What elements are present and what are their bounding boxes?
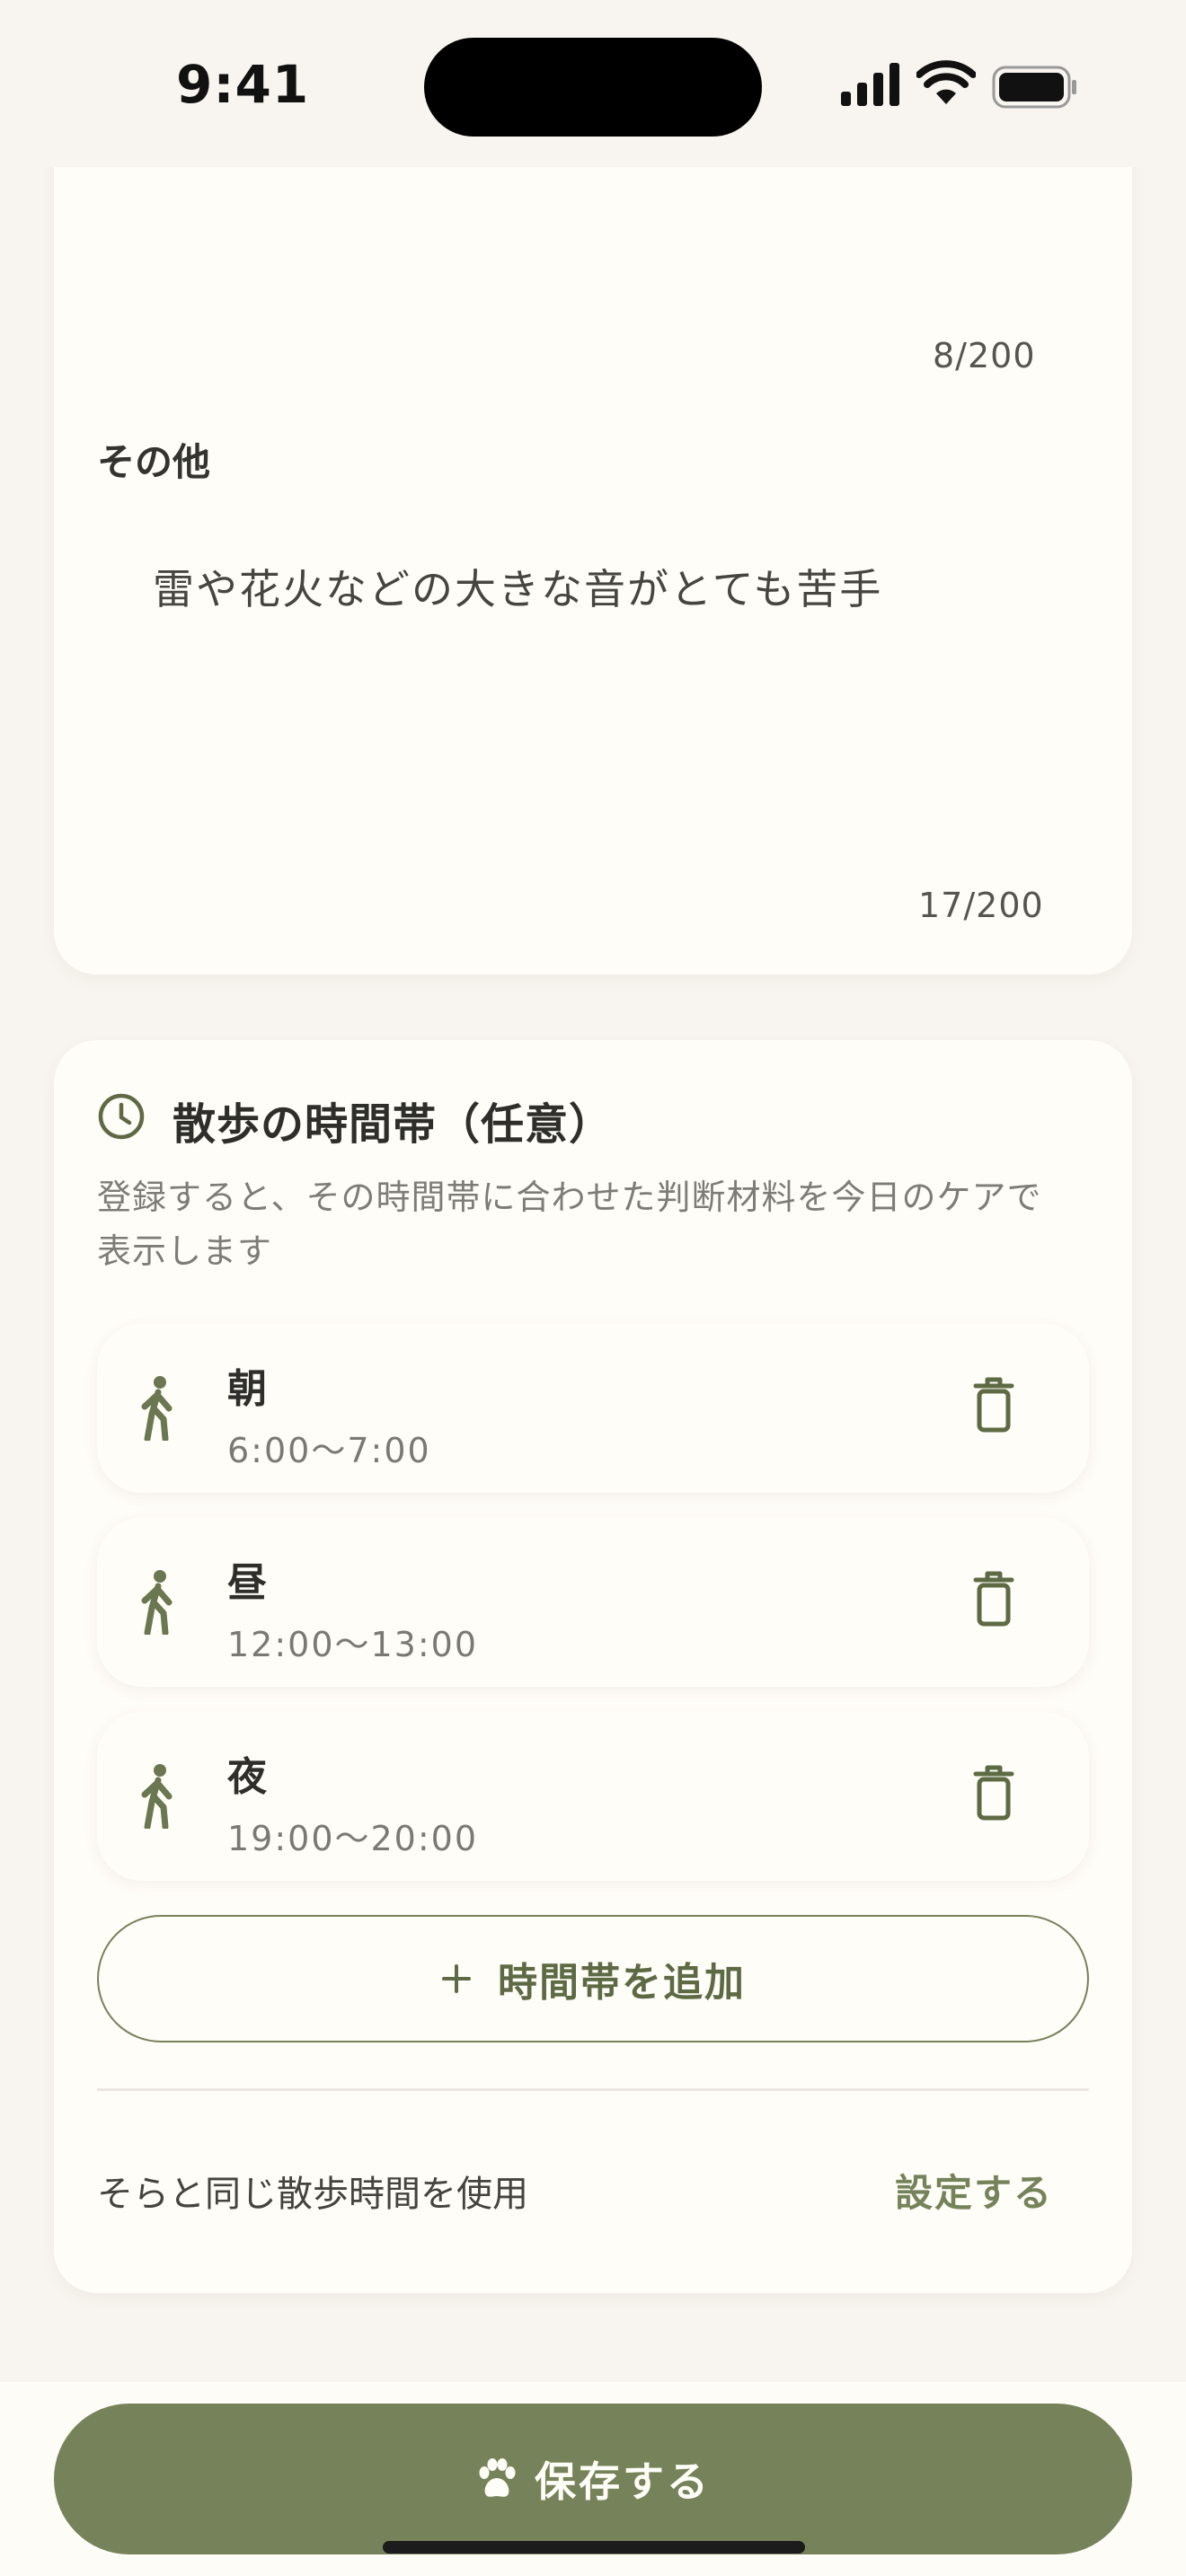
dynamic-island	[424, 38, 762, 137]
walk-section-title: 散歩の時間帯（任意）	[173, 1099, 614, 1150]
paw-icon	[479, 2458, 516, 2497]
save-button-label: 保存する	[535, 2457, 711, 2506]
wifi-icon	[916, 60, 976, 104]
walk-slot-name: 昼	[227, 1560, 267, 1606]
walk-slot-night[interactable]: 夜 19:00〜20:00	[97, 1712, 1089, 1881]
cellular-signal-icon	[841, 63, 899, 106]
add-time-slot-label: 時間帯を追加	[498, 1960, 746, 2006]
walk-desc-line-2: 表示します	[97, 1231, 273, 1271]
walk-slot-time: 12:00〜13:00	[227, 1625, 479, 1664]
plus-icon	[442, 1964, 471, 1993]
share-walk-time-set-link[interactable]: 設定する	[895, 2163, 1053, 2218]
walk-slot-noon[interactable]: 昼 12:00〜13:00	[97, 1518, 1089, 1687]
home-indicator	[383, 2541, 805, 2554]
walking-person-icon	[141, 1764, 173, 1829]
walk-slot-morning[interactable]: 朝 6:00〜7:00	[97, 1324, 1089, 1493]
trash-icon[interactable]	[972, 1570, 1015, 1628]
walking-person-icon	[141, 1570, 173, 1635]
other-textarea-value: 雷や花火などの大きな音がとても苦手	[153, 565, 883, 613]
clock-icon	[98, 1093, 145, 1140]
other-textarea[interactable]: 雷や花火などの大きな音がとても苦手	[97, 503, 1089, 880]
save-button[interactable]: 保存する	[54, 2404, 1132, 2554]
battery-icon	[992, 66, 1076, 109]
walk-section-description: 登録すると、その時間帯に合わせた判断材料を今日のケアで 表示します	[97, 1170, 1041, 1278]
previous-field-counter: 8/200	[933, 336, 1036, 375]
add-time-slot-button[interactable]: 時間帯を追加	[97, 1915, 1089, 2042]
walk-slot-time: 19:00〜20:00	[227, 1819, 479, 1858]
status-time: 9:41	[176, 54, 310, 115]
walk-slot-name: 朝	[227, 1366, 267, 1412]
walk-slot-time: 6:00〜7:00	[227, 1431, 431, 1470]
divider	[97, 2088, 1089, 2091]
trash-icon[interactable]	[972, 1764, 1015, 1822]
trash-icon[interactable]	[972, 1376, 1015, 1434]
other-counter: 17/200	[918, 886, 1044, 925]
walking-person-icon	[141, 1376, 173, 1441]
walk-slot-name: 夜	[227, 1754, 267, 1800]
share-walk-time-label: そらと同じ散歩時間を使用	[97, 2174, 528, 2215]
other-label: その他	[97, 440, 211, 484]
walk-desc-line-1: 登録すると、その時間帯に合わせた判断材料を今日のケアで	[97, 1178, 1042, 1217]
status-bar: 9:41	[0, 0, 1186, 167]
